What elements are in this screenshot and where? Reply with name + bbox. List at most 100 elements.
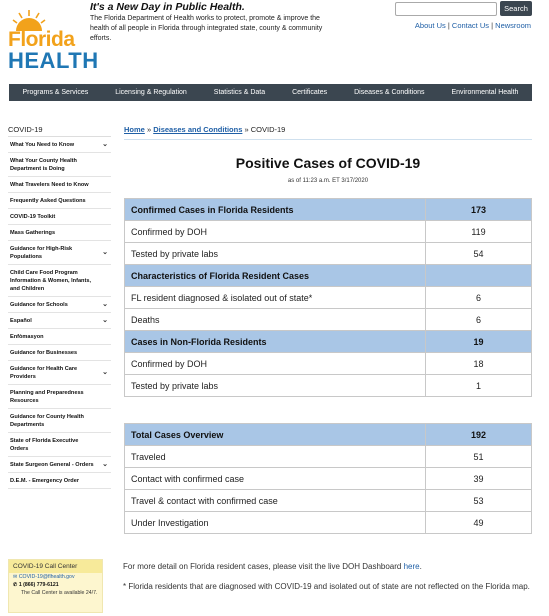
sidebar-item[interactable]: What Travelers Need to Know [8,177,111,193]
total-cases-table: Total Cases Overview 192 Traveled 51 Contact… [124,423,532,534]
row-label: Travel & contact with confirmed case [124,489,426,512]
sidebar-item[interactable]: Guidance for Businesses [8,345,111,361]
phone-icon: ✆ [13,582,18,588]
row-label: Characteristics of Florida Resident Case… [124,264,426,287]
sidebar-item[interactable]: Español ⌄ [8,313,111,329]
chevron-down-icon[interactable]: ⌄ [102,249,108,257]
row-label: FL resident diagnosed & isolated out of … [124,286,426,309]
row-value: 192 [425,423,532,446]
logo-health-text: HEALTH [8,48,99,73]
chevron-down-icon[interactable]: ⌄ [102,317,108,325]
table-header-row: Characteristics of Florida Resident Case… [124,264,532,287]
sidebar-item[interactable]: COVID-19 Toolkit [8,209,111,225]
mission-statement: The Florida Department of Health works t… [90,15,323,42]
chevron-down-icon[interactable]: ⌄ [102,369,108,377]
call-center-note: The Call Center is available 24/7. [21,590,98,596]
sidebar-item[interactable]: Frequently Asked Questions [8,193,111,209]
row-label: Confirmed Cases in Florida Residents [124,198,426,221]
row-value: 6 [425,308,532,331]
chevron-down-icon[interactable]: ⌄ [102,461,108,469]
row-value: 119 [425,220,532,243]
breadcrumb-separator: » [244,125,249,134]
table-row: Confirmed by DOH 119 [124,220,532,243]
about-us-link[interactable]: About Us [415,21,446,30]
contact-us-link[interactable]: Contact Us [452,21,489,30]
sidebar-item[interactable]: Mass Gatherings [8,225,111,241]
row-value: 49 [425,511,532,534]
tagline: It's a New Day in Public Health. [90,1,245,13]
row-value: 39 [425,467,532,490]
table-header-row: Confirmed Cases in Florida Residents 173 [124,198,532,221]
sidebar-item[interactable]: State Surgeon General - Orders ⌄ [8,457,111,473]
dashboard-note: For more detail on Florida resident case… [123,562,422,571]
nav-environmental-health[interactable]: Environmental Health [452,89,519,96]
row-label: Traveled [124,445,426,468]
table-row: Traveled 51 [124,445,532,468]
search-button[interactable]: Search [500,1,532,16]
breadcrumb: Home » Diseases and Conditions » COVID-1… [124,125,285,134]
breadcrumb-home[interactable]: Home [124,125,145,134]
sidebar-item[interactable]: What You Need to Know ⌄ [8,137,111,153]
sidebar-item[interactable]: Guidance for Schools ⌄ [8,297,111,313]
row-value: 53 [425,489,532,512]
table-header-row: Total Cases Overview 192 [124,423,532,446]
row-label: Under Investigation [124,511,426,534]
sidebar-menu: What You Need to Know ⌄ What Your County H… [8,136,111,489]
table-row: Under Investigation 49 [124,511,532,534]
row-value: 1 [425,374,532,397]
email-icon: ✉ [13,574,18,580]
breadcrumb-separator: » [146,125,152,134]
row-value: 6 [425,286,532,309]
row-label: Deaths [124,308,426,331]
call-center-title: COVID-19 Call Center [9,560,102,573]
site-header: Florida HEALTH It's a New Day in Public … [0,0,549,80]
sidebar-item[interactable]: Child Care Food Program Information & Wo… [8,265,111,297]
nav-programs-services[interactable]: Programs & Services [22,89,88,96]
breadcrumb-diseases[interactable]: Diseases and Conditions [153,125,242,134]
row-value: 19 [425,330,532,353]
nav-diseases-conditions[interactable]: Diseases & Conditions [354,89,424,96]
top-links: About Us | Contact Us | Newsroom [415,21,531,30]
call-center-box: COVID-19 Call Center ✉ COVID-19@flhealth… [8,559,103,613]
nav-statistics-data[interactable]: Statistics & Data [214,89,265,96]
table-row: Travel & contact with confirmed case 53 [124,489,532,512]
newsroom-link[interactable]: Newsroom [495,21,531,30]
page-title: Positive Cases of COVID-19 [235,155,421,171]
row-value [425,264,532,287]
search-input[interactable] [395,2,497,16]
sidebar-item[interactable]: Guidance for County Health Departments [8,409,111,433]
call-center-email[interactable]: ✉ COVID-19@flhealth.gov [9,573,102,581]
row-value: 173 [425,198,532,221]
row-label: Cases in Non-Florida Residents [124,330,426,353]
row-label: Tested by private labs [124,374,426,397]
table-row: Tested by private labs 1 [124,374,532,397]
table-row: FL resident diagnosed & isolated out of … [124,286,532,309]
dashboard-link[interactable]: here [404,562,420,571]
row-label: Confirmed by DOH [124,220,426,243]
call-center-phone[interactable]: ✆ 1 (866) 779-6121 [9,581,102,589]
nav-certificates[interactable]: Certificates [292,89,327,96]
sidebar-item[interactable]: Enfòmasyon [8,329,111,345]
sidebar: COVID-19 What You Need to Know ⌄ What Your… [0,124,120,489]
sidebar-item[interactable]: What Your County Health Department is Do… [8,153,111,177]
table-row: Deaths 6 [124,308,532,331]
row-value: 51 [425,445,532,468]
sidebar-item[interactable]: Guidance for Health Care Providers ⌄ [8,361,111,385]
table-row: Tested by private labs 54 [124,242,532,265]
table-row: Contact with confirmed case 39 [124,467,532,490]
sidebar-title: COVID-19 [8,125,43,134]
timestamp: as of 11:23 a.m. ET 3/17/2020 [287,178,369,184]
sidebar-item[interactable]: D.E.M. - Emergency Order [8,473,111,489]
chevron-down-icon[interactable]: ⌄ [102,141,108,149]
sidebar-item[interactable]: Guidance for High-Risk Populations ⌄ [8,241,111,265]
row-value: 18 [425,352,532,375]
nav-licensing-regulation[interactable]: Licensing & Regulation [115,89,187,96]
sidebar-item[interactable]: State of Florida Executive Orders [8,433,111,457]
sidebar-item[interactable]: Planning and Preparedness Resources [8,385,111,409]
out-of-state-footnote: * Florida residents that are diagnosed w… [123,582,530,591]
florida-health-logo[interactable]: Florida HEALTH [6,10,98,74]
row-label: Confirmed by DOH [124,352,426,375]
main-nav: Programs & Services Licensing & Regulati… [9,84,532,101]
breadcrumb-divider [124,139,532,140]
chevron-down-icon[interactable]: ⌄ [102,301,108,309]
